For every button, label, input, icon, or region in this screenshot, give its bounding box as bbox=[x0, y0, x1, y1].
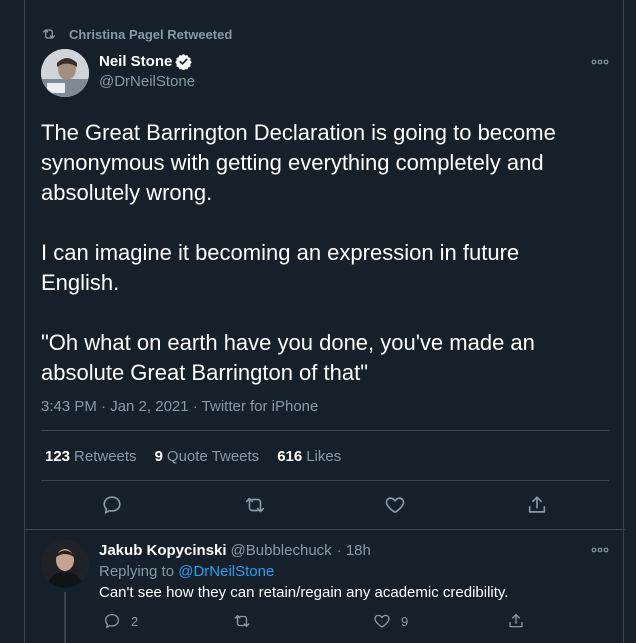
replying-to-handle-link[interactable]: @DrNeilStone bbox=[178, 563, 274, 580]
reply-like-button[interactable]: 9 bbox=[373, 612, 408, 630]
tweet-timestamp[interactable]: 3:43 PM · Jan 2, 2021 · Twitter for iPho… bbox=[41, 398, 318, 415]
like-button[interactable] bbox=[384, 494, 406, 516]
reply-text: Can't see how they can retain/regain any… bbox=[99, 584, 509, 601]
share-icon bbox=[509, 613, 523, 628]
heart-icon bbox=[385, 497, 405, 514]
divider bbox=[41, 430, 609, 431]
reply-icon bbox=[103, 496, 121, 514]
reply-reply-button[interactable]: 2 bbox=[103, 612, 138, 630]
divider bbox=[25, 529, 625, 530]
reply-reply-count: 2 bbox=[131, 613, 139, 629]
author-name-line: Neil Stone bbox=[99, 53, 193, 70]
avatar[interactable] bbox=[41, 49, 89, 97]
author-name[interactable]: Neil Stone bbox=[99, 53, 172, 70]
author-handle[interactable]: @DrNeilStone bbox=[99, 73, 195, 90]
retweet-icon bbox=[234, 615, 250, 627]
reply-icon bbox=[104, 613, 120, 629]
divider bbox=[41, 480, 609, 481]
heart-icon bbox=[374, 614, 390, 628]
verified-badge-icon bbox=[175, 54, 193, 70]
reply-header: Jakub Kopycinski @Bubblechuck · 18h bbox=[99, 542, 371, 559]
replying-to-prefix: Replying to bbox=[99, 563, 175, 580]
reply-share-button[interactable] bbox=[507, 612, 535, 630]
retweets-stat[interactable]: 123 Retweets bbox=[45, 448, 137, 465]
likes-stat[interactable]: 616 Likes bbox=[277, 448, 341, 465]
retweet-banner-text: Christina Pagel Retweeted bbox=[69, 26, 233, 42]
share-button[interactable] bbox=[526, 494, 548, 516]
tweet-stats: 123 Retweets 9 Quote Tweets 616 Likes bbox=[45, 448, 359, 465]
more-options-icon[interactable] bbox=[591, 541, 609, 559]
avatar[interactable] bbox=[41, 540, 89, 588]
quote-tweets-stat[interactable]: 9 Quote Tweets bbox=[155, 448, 260, 465]
tweet-panel: Christina Pagel Retweeted Neil Stone @Dr… bbox=[24, 0, 625, 643]
reply-retweet-button[interactable] bbox=[233, 612, 261, 630]
more-options-icon[interactable] bbox=[591, 53, 609, 71]
reply-author-name[interactable]: Jakub Kopycinski bbox=[99, 542, 227, 559]
retweet-icon bbox=[43, 29, 55, 39]
retweet-button[interactable] bbox=[244, 494, 266, 516]
tweet-text: The Great Barrington Declaration is goin… bbox=[41, 120, 556, 385]
retweet-icon bbox=[245, 497, 265, 513]
replying-to: Replying to @DrNeilStone bbox=[99, 563, 274, 580]
reply-author-handle[interactable]: @Bubblechuck bbox=[231, 542, 332, 559]
reply-like-count: 9 bbox=[401, 613, 409, 629]
thread-line bbox=[64, 592, 66, 643]
reply-time[interactable]: · 18h bbox=[337, 542, 371, 559]
share-icon bbox=[528, 496, 546, 513]
reply-button[interactable] bbox=[101, 494, 123, 516]
retweet-banner[interactable]: Christina Pagel Retweeted bbox=[41, 25, 232, 43]
